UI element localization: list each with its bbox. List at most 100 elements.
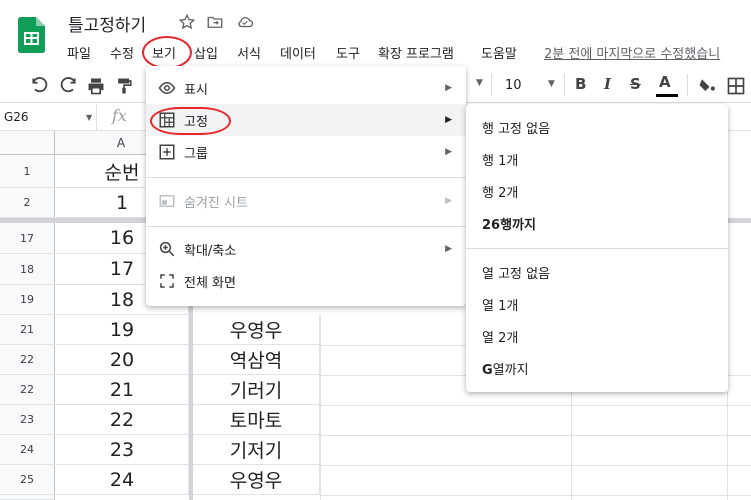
menu-format[interactable]: 서식 bbox=[237, 43, 261, 62]
eye-icon bbox=[158, 81, 176, 95]
view-menu-label: 그룹 bbox=[184, 146, 208, 162]
freeze-cols-2[interactable]: 열 2개 bbox=[482, 327, 518, 346]
row-header[interactable]: 22 bbox=[0, 375, 55, 405]
cell-b[interactable]: 우영우 bbox=[193, 315, 320, 345]
sheets-logo-icon[interactable] bbox=[18, 17, 45, 53]
bold-icon[interactable]: B bbox=[575, 75, 586, 93]
print-icon[interactable] bbox=[86, 76, 106, 96]
row-header[interactable]: 21 bbox=[0, 315, 55, 345]
italic-icon[interactable]: I bbox=[604, 75, 611, 93]
cell-a[interactable]: 22 bbox=[56, 405, 189, 435]
font-dropdown-arrow-icon[interactable]: ▼ bbox=[476, 78, 483, 88]
freeze-rows-upto-current[interactable]: 26행까지 bbox=[482, 214, 536, 233]
view-menu-label: 숨겨진 시트 bbox=[184, 195, 248, 211]
paint-format-icon[interactable] bbox=[114, 76, 134, 96]
menu-help[interactable]: 도움말 bbox=[481, 43, 517, 62]
cell-b[interactable]: 토마토 bbox=[193, 405, 320, 435]
view-menu-hidden-sheets: 숨겨진 시트 ▶ bbox=[146, 185, 466, 217]
gridline bbox=[320, 345, 466, 346]
gridline bbox=[320, 495, 751, 496]
column-letter: G bbox=[482, 363, 493, 378]
last-edit-link[interactable]: 2분 전에 마지막으로 수정했습니 bbox=[544, 43, 720, 62]
group-plus-icon bbox=[159, 144, 175, 160]
cell-a[interactable]: 23 bbox=[56, 435, 189, 465]
freeze-rows-none[interactable]: 행 고정 없음 bbox=[482, 118, 550, 137]
row-upto-label: 행까지 bbox=[500, 218, 536, 233]
menu-file[interactable]: 파일 bbox=[67, 43, 91, 62]
submenu-arrow-icon: ▶ bbox=[445, 115, 452, 125]
row-header[interactable]: 25 bbox=[0, 465, 55, 495]
app-header: 틀고정하기 파일 수정 보기 삽입 서식 데이터 도구 확장 프로그램 도움말 … bbox=[0, 0, 751, 69]
name-box[interactable]: G26 bbox=[0, 104, 97, 131]
cell-b[interactable]: 기러기 bbox=[193, 375, 320, 405]
cell-b[interactable]: 기저기 bbox=[193, 435, 320, 465]
row-header[interactable]: 18 bbox=[0, 254, 55, 285]
cell-a[interactable]: 24 bbox=[56, 465, 189, 495]
gridline bbox=[320, 435, 751, 436]
view-menu-group[interactable]: 그룹 ▶ bbox=[146, 136, 466, 168]
select-all-corner[interactable] bbox=[0, 131, 55, 155]
strikethrough-icon[interactable]: S bbox=[630, 75, 641, 93]
freeze-submenu: 행 고정 없음 행 1개 행 2개 26행까지 열 고정 없음 열 1개 열 2… bbox=[466, 104, 728, 392]
row-header[interactable]: 22 bbox=[0, 345, 55, 375]
row-header[interactable]: 2 bbox=[0, 188, 55, 218]
hidden-sheet-icon bbox=[159, 195, 175, 207]
cell-a[interactable]: 19 bbox=[56, 315, 189, 345]
view-menu-show[interactable]: 표시 ▶ bbox=[146, 72, 466, 104]
freeze-rows-1[interactable]: 행 1개 bbox=[482, 150, 518, 169]
row-header[interactable] bbox=[0, 495, 55, 500]
borders-icon[interactable] bbox=[726, 76, 746, 96]
col-upto-label: 열까지 bbox=[492, 363, 529, 378]
document-title[interactable]: 틀고정하기 bbox=[68, 11, 146, 36]
row-header[interactable]: 17 bbox=[0, 223, 55, 254]
menu-edit[interactable]: 수정 bbox=[110, 43, 134, 62]
fill-color-icon[interactable] bbox=[697, 76, 717, 96]
annotation-circle-view bbox=[142, 36, 192, 69]
undo-icon[interactable] bbox=[30, 76, 50, 96]
menu-separator bbox=[146, 226, 466, 227]
name-box-dropdown-icon[interactable]: ▼ bbox=[86, 113, 92, 122]
menu-data[interactable]: 데이터 bbox=[280, 43, 316, 62]
row-header[interactable]: 23 bbox=[0, 405, 55, 435]
star-icon[interactable] bbox=[178, 13, 196, 31]
zoom-in-icon bbox=[159, 241, 175, 257]
font-size-value[interactable]: 10 bbox=[505, 78, 522, 93]
menu-insert[interactable]: 삽입 bbox=[194, 43, 218, 62]
row-header[interactable]: 24 bbox=[0, 435, 55, 465]
cell-b[interactable]: 우영우 bbox=[193, 465, 320, 495]
gridline bbox=[320, 405, 751, 406]
row-number: 26 bbox=[482, 218, 501, 233]
redo-icon[interactable] bbox=[58, 76, 78, 96]
view-menu-zoom[interactable]: 확대/축소 ▶ bbox=[146, 233, 466, 265]
text-color-bar bbox=[656, 94, 678, 97]
text-color-icon[interactable]: A bbox=[659, 73, 671, 91]
cell-b[interactable]: 역삼역 bbox=[193, 345, 320, 375]
view-menu-label: 전체 화면 bbox=[184, 275, 236, 291]
annotation-circle-freeze bbox=[150, 107, 231, 135]
fx-icon: fx bbox=[112, 106, 127, 125]
move-to-folder-icon[interactable] bbox=[206, 13, 224, 31]
freeze-cols-upto-current[interactable]: G열까지 bbox=[482, 359, 529, 378]
row-header[interactable]: 1 bbox=[0, 156, 55, 188]
font-size-dropdown-icon[interactable]: ▼ bbox=[548, 79, 555, 89]
cloud-saved-icon[interactable] bbox=[236, 13, 254, 31]
cell-a[interactable]: 21 bbox=[56, 375, 189, 405]
freeze-rows-2[interactable]: 행 2개 bbox=[482, 182, 518, 201]
cell-a[interactable]: 20 bbox=[56, 345, 189, 375]
menu-separator bbox=[466, 248, 728, 249]
menu-extensions[interactable]: 확장 프로그램 bbox=[378, 43, 454, 62]
menu-tools[interactable]: 도구 bbox=[336, 43, 360, 62]
row-header[interactable]: 19 bbox=[0, 285, 55, 315]
toolbar-divider bbox=[564, 74, 565, 96]
submenu-arrow-icon: ▶ bbox=[445, 244, 452, 254]
toolbar-divider bbox=[491, 74, 492, 96]
fullscreen-icon bbox=[160, 274, 174, 288]
freeze-cols-1[interactable]: 열 1개 bbox=[482, 295, 518, 314]
submenu-arrow-icon: ▶ bbox=[445, 147, 452, 157]
submenu-arrow-icon: ▶ bbox=[445, 196, 452, 206]
view-menu-fullscreen[interactable]: 전체 화면 bbox=[146, 265, 466, 297]
freeze-cols-none[interactable]: 열 고정 없음 bbox=[482, 263, 550, 282]
menu-separator bbox=[146, 177, 466, 178]
submenu-arrow-icon: ▶ bbox=[445, 83, 452, 93]
gridline bbox=[727, 392, 728, 500]
